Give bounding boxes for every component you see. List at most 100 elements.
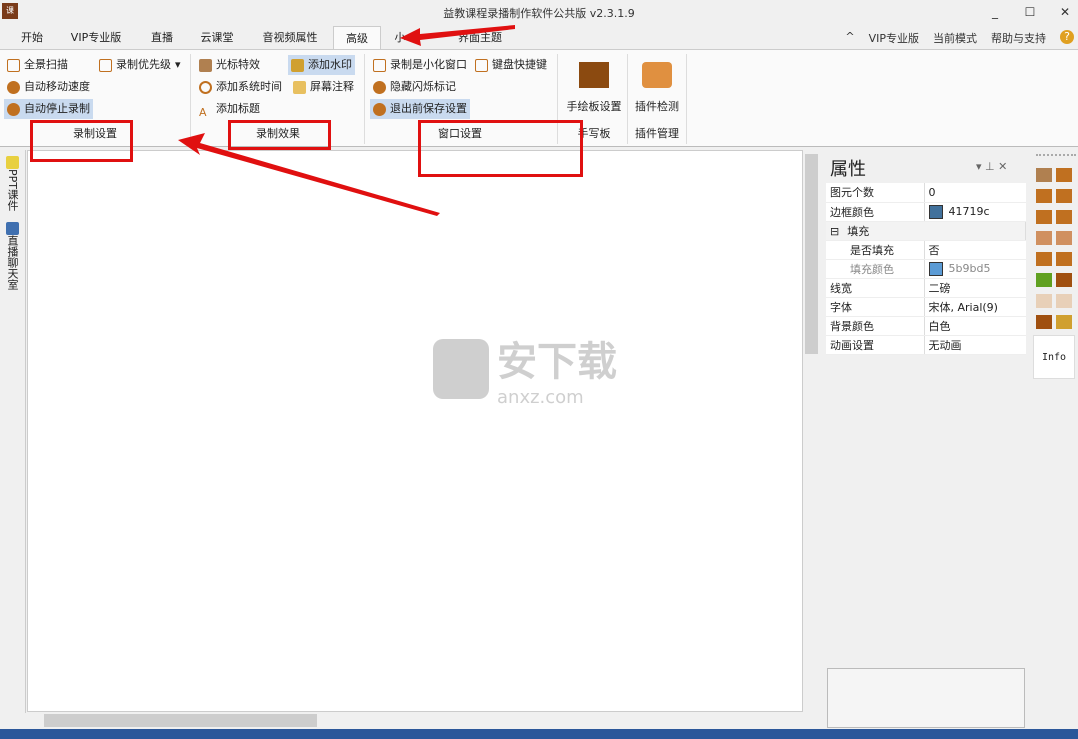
panorama-scan-button[interactable]: 全景扫描 xyxy=(4,55,71,75)
annotation-box xyxy=(418,120,583,177)
handwriting-board-settings-button[interactable]: 手绘板设置 xyxy=(562,58,626,114)
tab-live[interactable]: 直播 xyxy=(140,26,184,49)
close-button[interactable]: ✕ xyxy=(1050,2,1078,22)
add-system-time-button[interactable]: 添加系统时间 xyxy=(196,77,285,97)
divider xyxy=(190,54,191,144)
collapse-ribbon-icon[interactable]: ^ xyxy=(845,30,854,46)
minimize-button[interactable]: _ xyxy=(980,2,1010,22)
save-before-exit-button[interactable]: 退出前保存设置 xyxy=(370,99,470,119)
property-value[interactable]: 宋体, Arial(9) xyxy=(924,297,1026,317)
plugin-check-button[interactable]: 插件检测 xyxy=(630,58,684,114)
live-chat-tab[interactable]: 直播聊天室 xyxy=(4,222,20,290)
text-icon: A xyxy=(199,105,207,119)
minimize-while-recording-button[interactable]: 录制是小化窗口 xyxy=(370,55,470,75)
property-row[interactable]: 图元个数 0 xyxy=(826,183,1026,203)
property-label: 背景颜色 xyxy=(830,319,874,333)
right-menu: ^ VIP专业版 当前模式 帮助与支持 ? xyxy=(845,30,1074,46)
select-tool-icon[interactable] xyxy=(1056,252,1072,266)
properties-grid: 图元个数 0 边框颜色 41719c ⊟ 填充 是否填充 否填充颜色 5b9bd5 线宽 二磅 字体 宋… xyxy=(826,183,1026,355)
value-text: 41719c xyxy=(948,204,990,218)
eraser-tool-icon[interactable] xyxy=(1036,252,1052,266)
property-name: 字体 xyxy=(826,297,925,317)
property-value[interactable]: 无动画 xyxy=(924,335,1026,355)
property-name: 线宽 xyxy=(826,278,925,298)
fill-tool-icon[interactable] xyxy=(1056,210,1072,224)
eye-icon xyxy=(373,80,386,94)
tab-start[interactable]: 开始 xyxy=(10,26,54,49)
rectangle-tool-icon[interactable] xyxy=(1056,189,1072,203)
property-value[interactable]: 5b9bd5 xyxy=(924,259,1026,279)
auto-stop-record-button[interactable]: 自动停止录制 xyxy=(4,99,93,119)
tab-theme[interactable]: 界面主题 xyxy=(448,26,512,49)
property-value[interactable]: 白色 xyxy=(924,316,1026,336)
color-swatch xyxy=(928,204,943,219)
info-tab[interactable]: Info xyxy=(1033,335,1075,379)
property-value[interactable]: 41719c xyxy=(924,202,1026,222)
screen-annotation-button[interactable]: 屏幕注释 xyxy=(290,77,357,97)
property-row[interactable]: ⊟ 填充 xyxy=(826,221,1026,241)
import-tool-icon[interactable] xyxy=(1036,273,1052,287)
property-row[interactable]: 线宽 二磅 xyxy=(826,278,1026,298)
property-row[interactable]: 背景颜色 白色 xyxy=(826,316,1026,336)
tab-vip[interactable]: VIP专业版 xyxy=(60,26,132,49)
scroll-thumb[interactable] xyxy=(805,154,818,354)
watermark-icon xyxy=(291,58,304,72)
maximize-button[interactable]: ☐ xyxy=(1015,2,1045,22)
collapse-toggle[interactable]: ⊟ xyxy=(830,225,839,238)
property-row[interactable]: 边框颜色 41719c xyxy=(826,202,1026,222)
scroll-thumb[interactable] xyxy=(44,714,317,727)
plugin-kit-icon xyxy=(642,62,672,88)
vertical-scrollbar[interactable] xyxy=(803,150,820,712)
play-icon xyxy=(7,102,20,116)
recording-canvas[interactable]: 安下载 anxz.com xyxy=(27,150,803,712)
properties-panel: 属性 ▾ ⊥ ✕ 图元个数 0 边框颜色 41719c ⊟ 填充 是否填充 否填充颜色 5b9b… xyxy=(824,150,1027,728)
cursor-effect-button[interactable]: 光标特效 xyxy=(196,55,263,75)
record-priority-dropdown[interactable]: 录制优先级 ▾ xyxy=(96,55,184,75)
annotation-box xyxy=(228,120,331,150)
layers-tool-icon[interactable] xyxy=(1036,315,1052,329)
tab-cloud[interactable]: 云课堂 xyxy=(190,26,244,49)
angle-right-tool-icon[interactable] xyxy=(1056,231,1072,245)
property-row[interactable]: 是否填充 否 xyxy=(826,240,1026,260)
property-value[interactable]: 0 xyxy=(924,183,1026,203)
undo-tool-icon[interactable] xyxy=(1056,294,1072,308)
value-text: 否 xyxy=(928,243,940,257)
add-title-button[interactable]: A 添加标题 xyxy=(196,99,263,119)
keyboard-shortcuts-button[interactable]: 键盘快捷键 xyxy=(472,55,550,75)
property-row[interactable]: 字体 宋体, Arial(9) xyxy=(826,297,1026,317)
ppt-icon xyxy=(5,156,19,169)
mode-menu[interactable]: 当前模式 xyxy=(933,30,977,46)
add-watermark-button[interactable]: 添加水印 xyxy=(288,55,355,75)
ppt-courseware-tab[interactable]: PPT课件 xyxy=(4,156,20,211)
brush-tool-icon[interactable] xyxy=(1056,168,1072,182)
redo-tool-icon[interactable] xyxy=(1036,294,1052,308)
help-menu[interactable]: 帮助与支持 xyxy=(991,30,1046,46)
tab-advanced[interactable]: 高级 xyxy=(333,26,381,49)
keyboard-icon xyxy=(475,58,488,72)
panel-controls[interactable]: ▾ ⊥ ✕ xyxy=(976,160,1007,173)
properties-title: 属性 xyxy=(830,159,866,180)
horizontal-scrollbar[interactable] xyxy=(27,712,820,729)
property-name: 动画设置 xyxy=(826,335,925,355)
speed-icon xyxy=(7,80,20,94)
property-label: 边框颜色 xyxy=(830,205,874,219)
ellipse-tool-icon[interactable] xyxy=(1036,210,1052,224)
auto-move-speed-button[interactable]: 自动移动速度 xyxy=(4,77,93,97)
line-tool-icon[interactable] xyxy=(1036,189,1052,203)
property-row[interactable]: 填充颜色 5b9bd5 xyxy=(826,259,1026,279)
property-row[interactable]: 动画设置 无动画 xyxy=(826,335,1026,355)
property-value[interactable]: 二磅 xyxy=(924,278,1026,298)
tab-av-properties[interactable]: 音视频属性 xyxy=(252,26,328,49)
vip-menu[interactable]: VIP专业版 xyxy=(869,30,919,46)
hide-flash-mark-button[interactable]: 隐藏闪烁标记 xyxy=(370,77,459,97)
angle-left-tool-icon[interactable] xyxy=(1036,231,1052,245)
delete-tool-icon[interactable] xyxy=(1056,273,1072,287)
watermark-logo: 安下载 anxz.com xyxy=(433,329,617,408)
pointer-tool-icon[interactable] xyxy=(1036,168,1052,182)
help-icon[interactable]: ? xyxy=(1060,30,1074,44)
tab-small[interactable]: 小 xyxy=(388,26,412,49)
note-tool-icon[interactable] xyxy=(1056,315,1072,329)
value-text: 无动画 xyxy=(928,338,962,352)
value-text: 宋体, Arial(9) xyxy=(928,300,998,314)
property-value[interactable]: 否 xyxy=(924,240,1026,260)
